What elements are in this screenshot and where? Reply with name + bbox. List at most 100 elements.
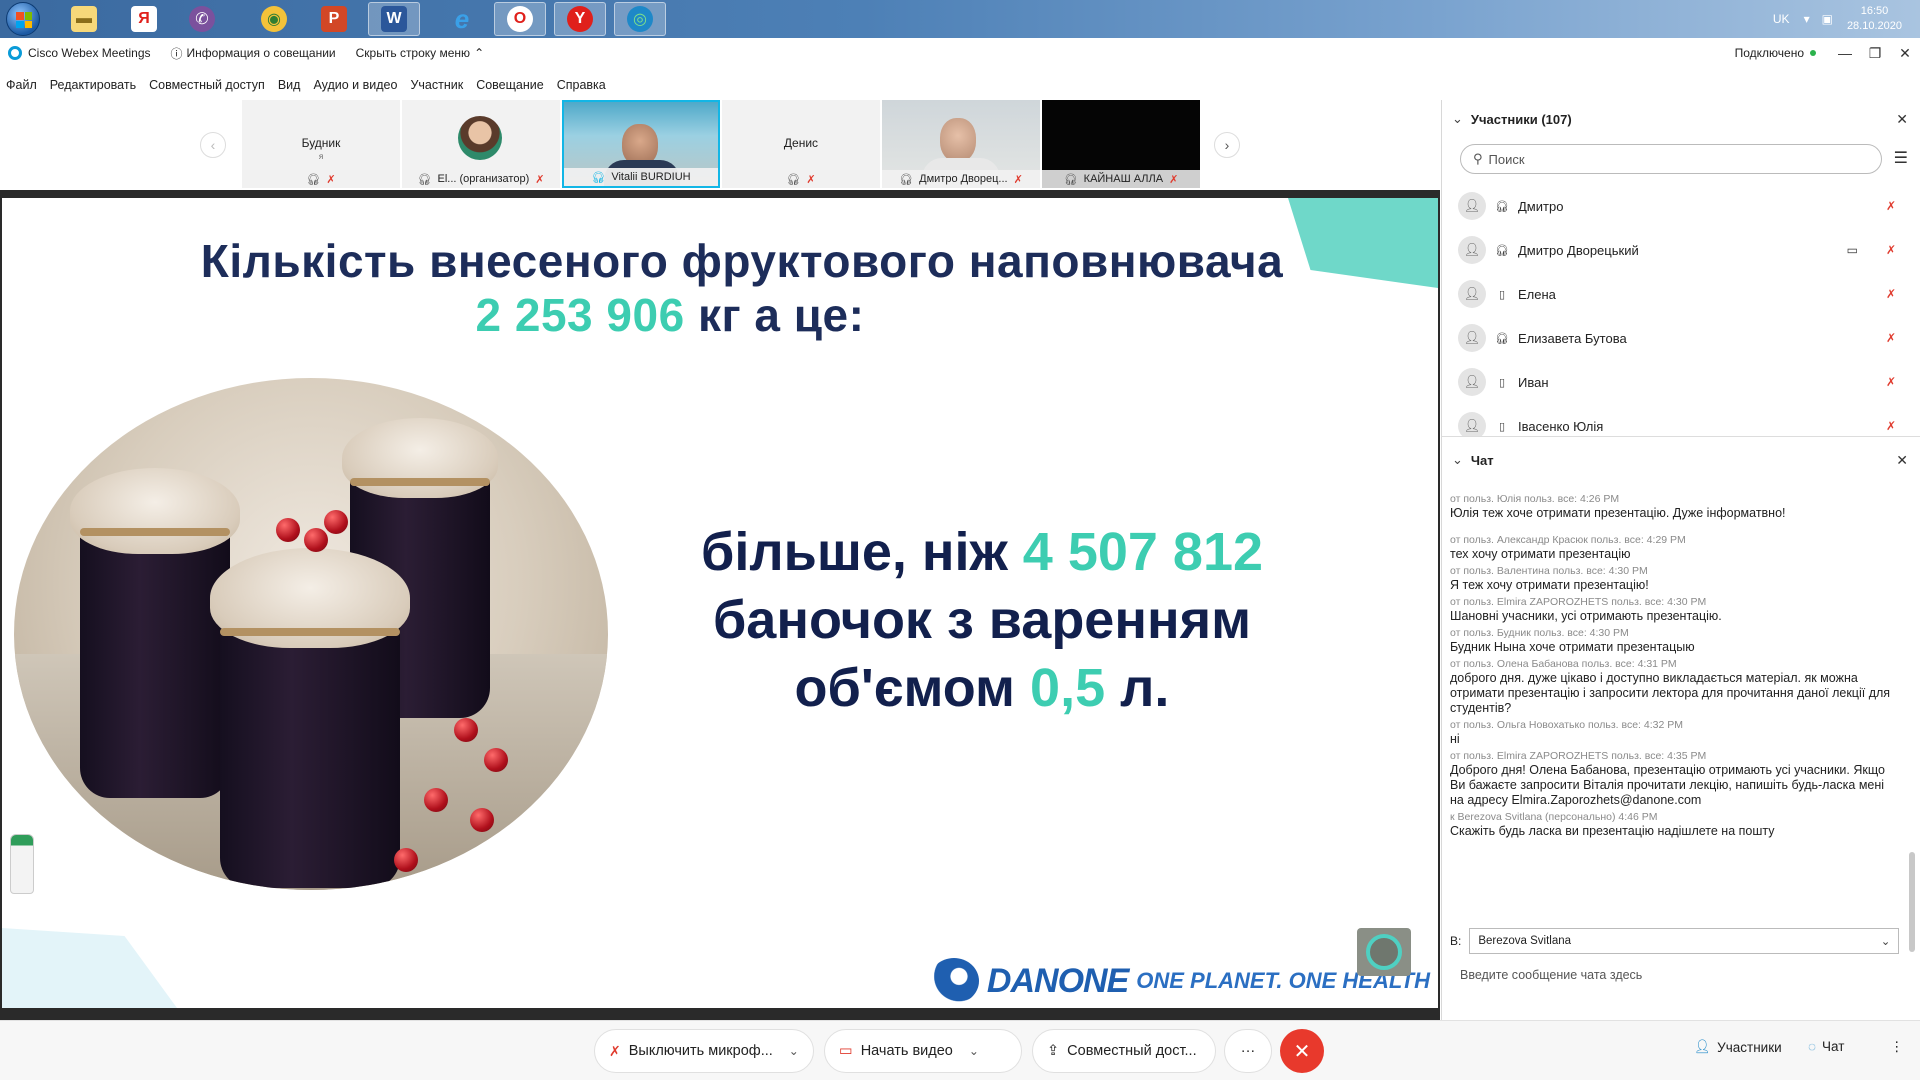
chat-panel-button[interactable]: ◌ Чат [1808,1039,1844,1054]
participant-row[interactable]: 👤︎ ▯ Иван ✗ [1442,360,1920,404]
close-icon: ✕ [1293,1040,1311,1063]
close-chat-button[interactable]: ✕ [1896,452,1908,469]
image-jar-lid [70,468,240,554]
chat-recipient-select[interactable]: Berezova Svitlana ⌄ [1469,928,1900,954]
headset-icon: 🎧︎ [786,173,801,186]
network-icon[interactable]: ▣ [1822,12,1833,26]
clock-date: 28.10.2020 [1846,20,1902,32]
mic-muted-icon: ✗ [535,173,545,186]
taskbar-yandex[interactable]: Я [118,2,170,36]
viber-icon: ✆ [189,6,215,32]
participant-search-input[interactable]: ⚲ Поиск [1460,144,1882,174]
chat-meta: от польз. Олена Бабанова польз. все: 4:3… [1450,658,1677,670]
menu-file[interactable]: Файл [6,78,37,92]
minimize-button[interactable]: — [1830,45,1860,61]
strip-prev-button[interactable]: ‹ [200,132,226,158]
taskbar-chrome[interactable]: ◉ [248,2,300,36]
mic-muted-icon[interactable]: ✗ [1886,331,1896,345]
menu-view[interactable]: Вид [278,78,301,92]
start-video-label: Начать видео [860,1043,953,1059]
mic-muted-icon[interactable]: ✗ [1886,375,1896,389]
taskbar-explorer[interactable]: ▬ [58,2,110,36]
mic-muted-icon: ✗ [1169,173,1179,186]
taskbar-viber[interactable]: ✆ [176,2,228,36]
start-video-button[interactable]: ▭ Начать видео ⌄ [824,1029,1022,1073]
participant-row[interactable]: 👤︎ 🎧︎ Дмитро ✗ [1442,184,1920,228]
chat-meta: от польз. Александр Красюк польз. все: 4… [1450,534,1686,546]
video-tile-dmytro[interactable]: 🎧︎ Дмитро Дворец... ✗ [882,100,1040,188]
strip-next-button[interactable]: › [1214,132,1240,158]
more-vertical-icon: ⋮ [1890,1039,1904,1054]
video-camera-icon: ▭ [1846,243,1858,257]
taskbar-opera[interactable]: O [494,2,546,36]
mic-muted-icon[interactable]: ✗ [1886,199,1896,213]
taskbar-yandex-browser[interactable]: Y [554,2,606,36]
video-tile-host[interactable]: 🎧︎ El... (организатор) ✗ [402,100,560,188]
participants-panel-button[interactable]: 👤︎ Участники [1694,1039,1782,1055]
participant-face [940,118,976,162]
menu-meeting[interactable]: Совещание [476,78,544,92]
video-tile-vitalii[interactable]: 🎧︎ Vitalii BURDIUH [562,100,720,188]
menu-participant[interactable]: Участник [410,78,463,92]
language-indicator[interactable]: UK [1773,12,1790,26]
danone-wordmark: DANONE [986,961,1129,1000]
taskbar-webex[interactable]: ◎ [614,2,666,36]
taskbar-powerpoint[interactable]: P [308,2,360,36]
participants-header[interactable]: ⌄ Участники (107) ✕ [1442,102,1920,136]
tray-chevron-icon[interactable]: ▾ [1804,12,1810,26]
meeting-info-button[interactable]: ⓘ Информация о совещании [171,45,336,62]
menu-audio-video[interactable]: Аудио и видео [313,78,397,92]
slide-title-line1: Кількість внесеного фруктового наповнюва… [200,235,1284,287]
windows-logo-icon [16,12,32,28]
video-tile-kainash[interactable]: 🎧︎ КАЙНАШ АЛЛА ✗ [1042,100,1200,188]
taskbar-ie[interactable]: e [436,2,488,36]
clock[interactable]: 16:50 28.10.2020 [1847,4,1902,34]
chat-input[interactable]: Введите сообщение чата здесь [1460,968,1642,982]
menu-share[interactable]: Совместный доступ [149,78,265,92]
participant-name: Елена [1518,286,1556,302]
participant-name: Дмитро [1518,198,1564,214]
share-button[interactable]: ⇪ Совместный дост... [1032,1029,1216,1073]
video-tile-budnyk[interactable]: Будник я 🎧︎ ✗ [242,100,400,188]
taskbar-word[interactable]: W [368,2,420,36]
slide-body-line2: баночок з варенням [712,590,1252,650]
chevron-down-icon[interactable]: ⌄ [969,1044,979,1058]
participant-row[interactable]: 👤︎ ▯ Елена ✗ [1442,272,1920,316]
tile-label: КАЙНАШ АЛЛА [1083,173,1164,185]
mute-button[interactable]: ✗ Выключить микроф... ⌄ [594,1029,814,1073]
chevron-down-icon[interactable]: ⌄ [789,1044,799,1058]
image-cherry [276,518,300,542]
participants-button-label: Участники [1717,1039,1782,1055]
participant-row[interactable]: 👤︎ 🎧︎ Елизавета Бутова ✗ [1442,316,1920,360]
chat-header[interactable]: ⌄ Чат ✕ [1442,443,1920,477]
mic-muted-icon[interactable]: ✗ [1886,243,1896,257]
menu-help[interactable]: Справка [557,78,606,92]
menu-edit[interactable]: Редактировать [50,78,136,92]
chevron-down-icon: ⌄ [1880,936,1891,948]
product-bottle-image [10,834,34,894]
restore-button[interactable]: ❐ [1860,45,1890,62]
video-tile-denys[interactable]: Денис 🎧︎ ✗ [722,100,880,188]
folder-icon: ▬ [71,6,97,32]
chat-scrollbar[interactable] [1908,492,1916,952]
participant-row[interactable]: 👤︎ ▯ Івасенко Юлія ✗ [1442,404,1920,436]
chat-message: Юлія теж хоче отримати презентацію. Дуже… [1450,506,1786,520]
more-options-button[interactable]: ··· [1224,1029,1272,1073]
close-participants-button[interactable]: ✕ [1896,111,1908,128]
panel-options-button[interactable]: ⋮ [1890,1039,1904,1055]
chevron-left-icon: ‹ [210,137,216,153]
tile-label: El... (организатор) [437,173,530,185]
active-speaker-thumbnail[interactable] [1357,928,1411,976]
chat-messages: от польз. Юлія польз. все: 4:26 PM Юлія … [1450,492,1900,902]
host-avatar [458,116,502,160]
sort-list-icon[interactable]: ☰ [1894,148,1908,168]
yandex-icon: Я [131,6,157,32]
participant-row[interactable]: 👤︎ 🎧︎ Дмитро Дворецький ▭ ✗ [1442,228,1920,272]
start-button[interactable] [6,2,40,36]
hide-menu-button[interactable]: Скрыть строку меню ⌃ [356,46,484,60]
leave-meeting-button[interactable]: ✕ [1280,1029,1324,1073]
mic-muted-icon[interactable]: ✗ [1886,287,1896,301]
phone-icon: ▯ [1498,288,1506,301]
mic-muted-icon[interactable]: ✗ [1886,419,1896,433]
close-window-button[interactable]: ✕ [1890,45,1920,62]
